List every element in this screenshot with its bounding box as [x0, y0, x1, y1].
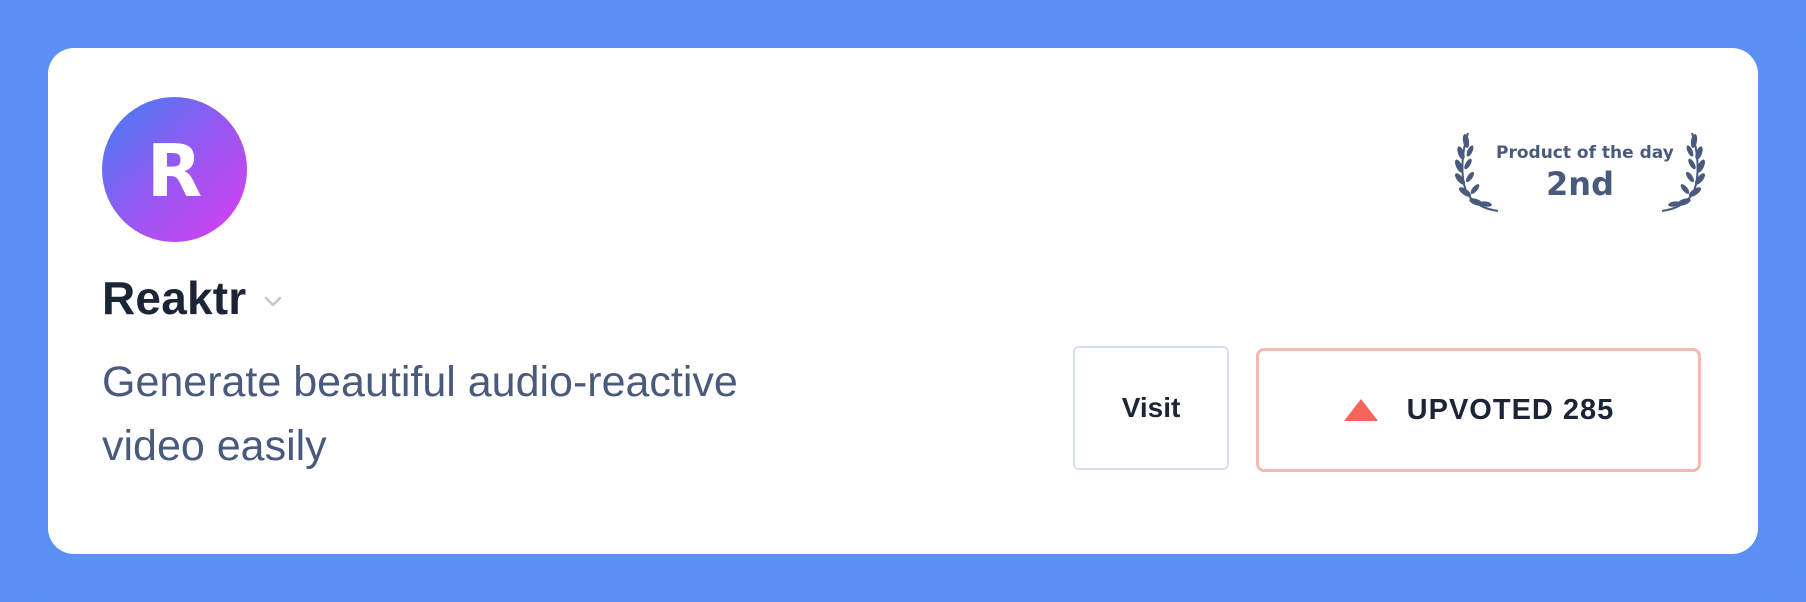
product-title-row: Reaktr [102, 272, 284, 324]
visit-button[interactable]: Visit [1073, 346, 1229, 470]
award-rank: 2nd [1546, 165, 1614, 203]
product-tagline: Generate beautiful audio-reactive video … [102, 358, 738, 470]
award-label: Product of the day [1496, 143, 1674, 163]
laurel-right-icon [1661, 132, 1706, 212]
triangle-up-icon [1343, 399, 1378, 421]
award-text: Product of the day 2nd [1496, 129, 1674, 203]
laurel-left-icon [1454, 132, 1499, 212]
product-card: R Reaktr Generate beautiful audio-reacti… [48, 48, 1758, 554]
product-logo[interactable]: R [102, 97, 247, 242]
upvote-button[interactable]: UPVOTED 285 [1256, 348, 1701, 472]
chevron-down-icon[interactable] [262, 290, 284, 312]
product-logo-letter: R [146, 128, 203, 213]
product-name[interactable]: Reaktr [102, 271, 246, 325]
page-background: R Reaktr Generate beautiful audio-reacti… [0, 0, 1806, 602]
upvote-label: UPVOTED 285 [1406, 393, 1615, 426]
product-of-the-day-badge[interactable]: Product of the day 2nd [1452, 129, 1708, 215]
